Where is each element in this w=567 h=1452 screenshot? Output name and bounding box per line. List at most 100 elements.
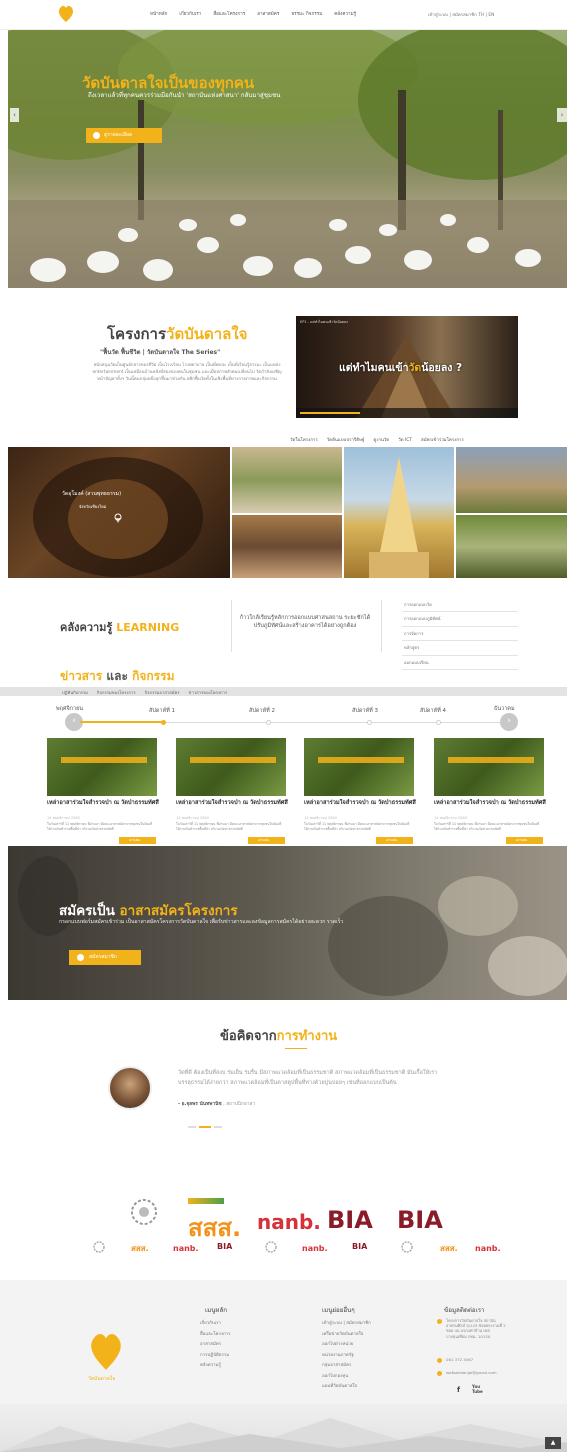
nav-item-dharma[interactable]: ธรรมะ กิจกรรม: [291, 11, 322, 18]
partner-nanb-logo[interactable]: nanb.: [257, 1210, 321, 1234]
back-to-top-button[interactable]: ▲: [545, 1437, 561, 1449]
volunteer-signup-label: สมัครสมาชิก: [89, 954, 117, 960]
partner-sss-logo-small[interactable]: สสส.: [131, 1242, 149, 1255]
bodhi-leaf-icon[interactable]: [56, 4, 76, 24]
news-card-image[interactable]: [434, 738, 544, 796]
partner-emblem-logo-small[interactable]: [400, 1240, 414, 1254]
carousel-dot[interactable]: [214, 1126, 222, 1128]
news-card-title[interactable]: เหล่าอาสาร่วมใจสำรวจป่า ณ วัดป่าธรรมทัศส…: [47, 800, 162, 807]
partner-emblem-logo-small[interactable]: [264, 1240, 278, 1254]
news-card-image[interactable]: [304, 738, 414, 796]
footer-link[interactable]: แผนที่วัดบันดาลใจ: [322, 1382, 371, 1393]
learning-topic[interactable]: การจัดการ: [402, 627, 518, 642]
timeline-dot[interactable]: [367, 720, 372, 725]
news-card-title[interactable]: เหล่าอาสาร่วมใจสำรวจป่า ณ วัดป่าธรรมทัศส…: [176, 800, 291, 807]
video-title: แต่ทำไมคนเข้าวัดน้อยลง ?: [339, 362, 463, 374]
partner-nanb-logo-small[interactable]: nanb.: [173, 1244, 199, 1253]
partner-bia-logo-small[interactable]: BIA: [217, 1242, 232, 1251]
learning-topic[interactable]: การออกแบบวัด: [402, 598, 518, 613]
gallery-photo-4[interactable]: [344, 447, 454, 578]
news-card-image[interactable]: [176, 738, 286, 796]
carousel-dot[interactable]: [188, 1126, 196, 1128]
read-more-button[interactable]: อ่านต่อ: [506, 837, 543, 844]
news-card-title[interactable]: เหล่าอาสาร่วมใจสำรวจป่า ณ วัดป่าธรรมทัศส…: [434, 800, 549, 807]
partner-bia-logo[interactable]: BIA: [327, 1206, 373, 1234]
news-title-and: และ: [106, 669, 128, 683]
footer-link[interactable]: สื่อและโครงการ: [200, 1330, 230, 1341]
nav-item-about[interactable]: เกี่ยวกับเรา: [179, 11, 201, 18]
partner-bia-logo[interactable]: BIA: [397, 1206, 443, 1234]
phone-icon: [437, 1358, 442, 1363]
partner-bia-logo-small[interactable]: BIA: [352, 1242, 367, 1251]
project-quote: "ฟื้นวัด ฟื้นชีวิต | วัดบันดาลใจ The Ser…: [100, 349, 221, 356]
tab-calendar[interactable]: ปฏิทินกิจกรรม: [62, 689, 88, 696]
bodhi-leaf-icon[interactable]: [85, 1330, 127, 1372]
partner-emblem-logo-small[interactable]: [92, 1240, 106, 1254]
opinion-title: ข้อคิดจากการทำงาน: [220, 1025, 337, 1046]
subnav-join[interactable]: สมัครเข้าร่วมโครงการ: [421, 436, 464, 443]
subnav-ict[interactable]: วัด ICT: [398, 436, 412, 443]
hero-prev-button[interactable]: ‹: [10, 108, 19, 122]
youtube-icon[interactable]: You Tube: [472, 1384, 483, 1394]
subnav-temples[interactable]: วัดในโครงการ: [290, 436, 318, 443]
hero-details-button[interactable]: ดูรายละเอียด: [86, 128, 162, 143]
news-card-image[interactable]: [47, 738, 157, 796]
read-more-button[interactable]: อ่านต่อ: [119, 837, 156, 844]
nav-item-media[interactable]: สื่อและโครงการ: [213, 11, 245, 18]
nav-item-home[interactable]: หน้าหลัก: [150, 11, 167, 18]
stupa-illustration: [369, 457, 429, 578]
gallery-photo-3[interactable]: [232, 515, 342, 578]
footer-link[interactable]: อาสาสมัคร: [200, 1340, 230, 1351]
gallery-photo-6[interactable]: [456, 515, 567, 578]
week-label[interactable]: สัปดาห์ที่ 3: [352, 707, 378, 715]
footer-link[interactable]: ออกไปกองทุน: [322, 1372, 371, 1383]
partner-nanb-logo-small[interactable]: nanb.: [475, 1244, 501, 1253]
chevron-left-icon: ‹: [72, 716, 76, 726]
gallery-temple-name: วัดอุโมงค์ (สวนพุทธธรรม): [62, 491, 122, 497]
timeline-dot[interactable]: [266, 720, 271, 725]
subnav-model-temples[interactable]: วัดต้นแบบปรารีดิษฐ์: [327, 436, 365, 443]
tab-project-activities[interactable]: กิจกรรมของโครงการ: [97, 689, 136, 696]
timeline-dot[interactable]: [436, 720, 441, 725]
facebook-icon[interactable]: f: [457, 1386, 460, 1394]
week-label[interactable]: สัปดาห์ที่ 2: [249, 707, 275, 715]
volunteer-signup-button[interactable]: สมัครสมาชิก: [69, 950, 141, 965]
week-label[interactable]: สัปดาห์ที่ 1: [149, 707, 175, 715]
footer-link[interactable]: การปฏิบัติธรรม: [200, 1351, 230, 1362]
tab-project-news[interactable]: ข่าวสารของโครงการ: [189, 689, 228, 696]
gallery-photo-2[interactable]: [232, 447, 342, 513]
footer-col2-heading: เมนูย่อยอื่นๆ: [322, 1307, 355, 1314]
learning-topic[interactable]: การออกแบบภูมิทัศน์: [402, 612, 518, 627]
read-more-button[interactable]: อ่านต่อ: [248, 837, 285, 844]
footer-phone[interactable]: 081 372 4567: [446, 1357, 473, 1362]
partner-sss-logo-small[interactable]: สสส.: [440, 1242, 458, 1255]
subnav-temple-visit[interactable]: ดูงานวัด: [373, 436, 389, 443]
login-language-links[interactable]: เข้าสู่ระบบ | สมัครสมาชิก TH | EN: [428, 11, 494, 18]
footer-link[interactable]: ออกไปต่างหน่วย: [322, 1340, 371, 1351]
timeline-next-button[interactable]: ›: [500, 713, 518, 731]
gallery-photo-5[interactable]: [456, 447, 567, 513]
week-label[interactable]: สัปดาห์ที่ 4: [420, 707, 446, 715]
footer-link[interactable]: เข้าสู่ระบบ | สมัครสมาชิก: [322, 1319, 371, 1330]
learning-topic[interactable]: หลักสูตร: [402, 641, 518, 656]
nav-item-knowledge[interactable]: คลังความรู้: [334, 11, 356, 18]
footer-link[interactable]: หน่วยงานภาครัฐ: [322, 1351, 371, 1362]
tab-volunteer-activities[interactable]: กิจกรรมอาสาสมัคร: [145, 689, 180, 696]
footer-link[interactable]: กลุ่มอาสาสมัคร: [322, 1361, 371, 1372]
footer-link[interactable]: เกี่ยวกับเรา: [200, 1319, 230, 1330]
partner-emblem-logo[interactable]: [128, 1196, 160, 1228]
hero-next-button[interactable]: ›: [557, 108, 567, 122]
footer-link[interactable]: เครือข่ายวัดบันดาลใจ: [322, 1330, 371, 1341]
nav-item-volunteer[interactable]: อาสาสมัคร: [257, 11, 279, 18]
footer-email[interactable]: watbandanjai@gmail.com: [446, 1370, 497, 1375]
read-more-button[interactable]: อ่านต่อ: [376, 837, 413, 844]
partner-sss-logo[interactable]: สสส.: [188, 1208, 241, 1247]
learning-topic[interactable]: ออกแบบเรียน: [402, 656, 518, 670]
footer-link[interactable]: คลังความรู้: [200, 1361, 230, 1372]
news-card-title[interactable]: เหล่าอาสาร่วมใจสำรวจป่า ณ วัดป่าธรรมทัศส…: [304, 800, 419, 807]
partner-nanb-logo-small[interactable]: nanb.: [302, 1244, 328, 1253]
carousel-dot-active[interactable]: [199, 1126, 211, 1128]
avatar: [108, 1066, 152, 1110]
project-subnav: วัดในโครงการ วัดต้นแบบปรารีดิษฐ์ ดูงานวั…: [290, 436, 464, 443]
timeline-dot-active[interactable]: [161, 720, 166, 725]
